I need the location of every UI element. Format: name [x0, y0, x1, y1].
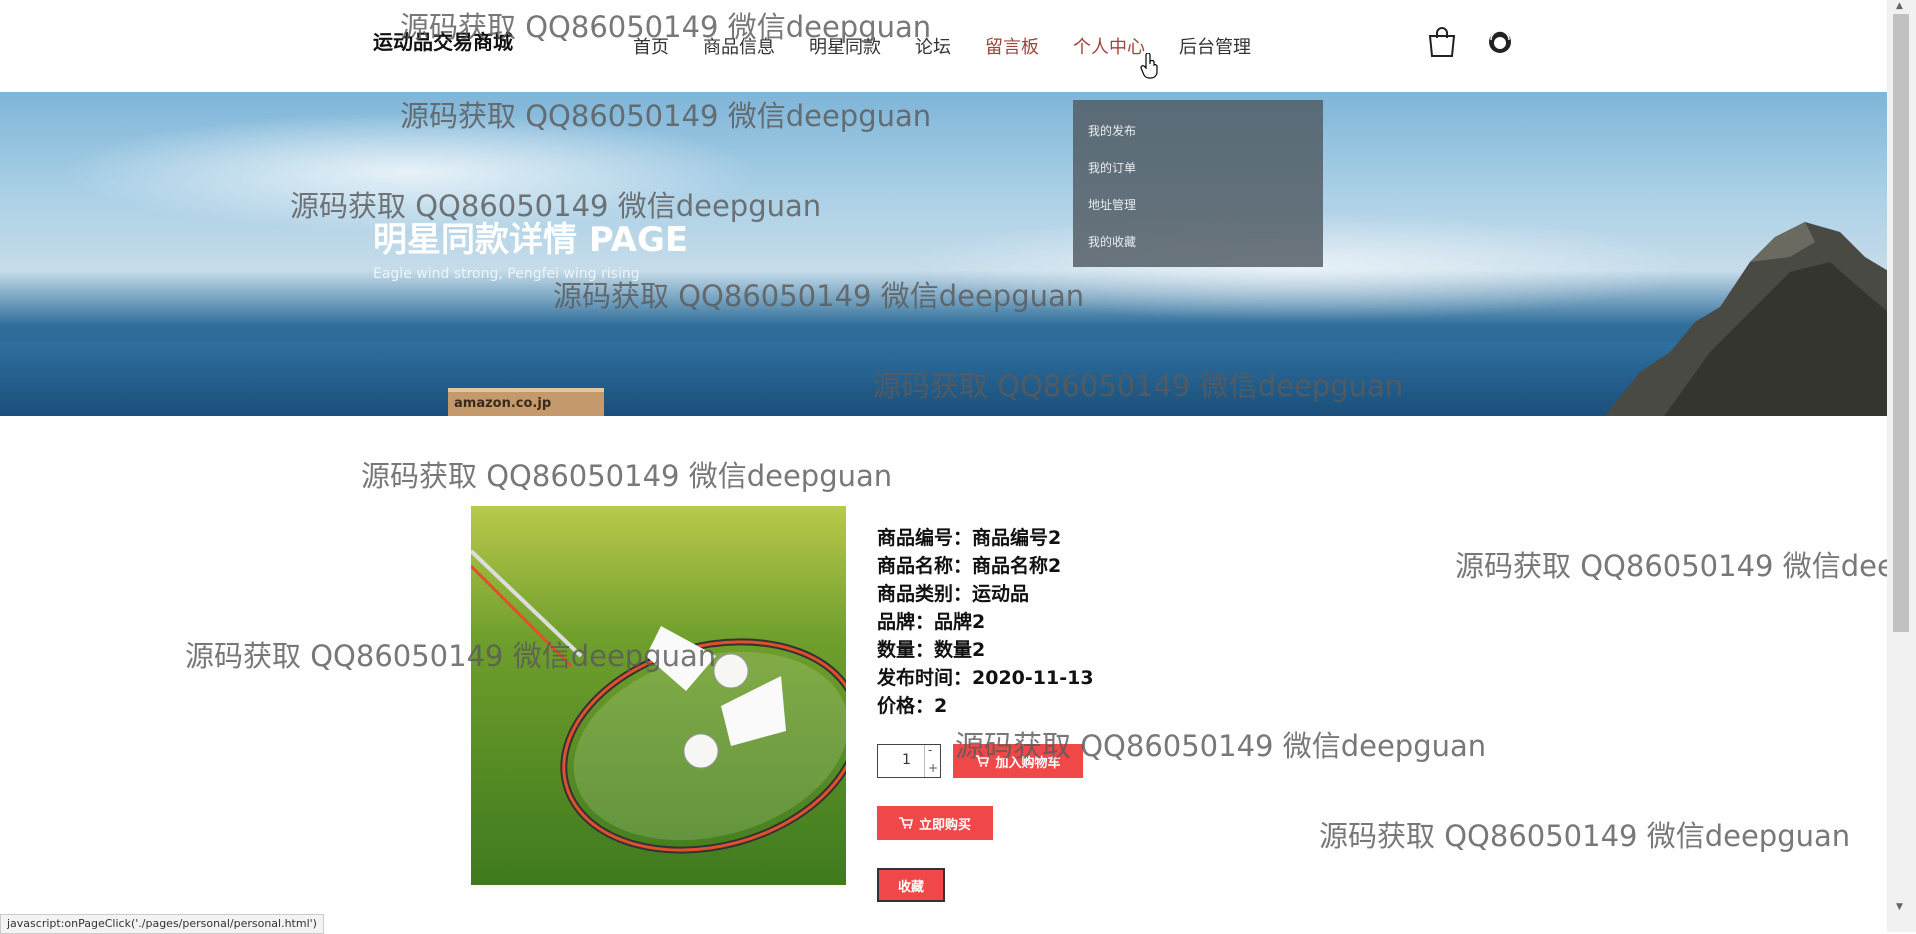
page-banner: amazon.co.jp 明星同款详情 PAGE Eagle wind stro… — [0, 92, 1887, 416]
nav-celebrity-same[interactable]: 明星同款 — [809, 33, 881, 59]
info-value: 2 — [934, 695, 948, 717]
banner-title: 明星同款详情 PAGE — [373, 220, 689, 260]
avatar-icon[interactable] — [1486, 28, 1514, 56]
buy-now-button[interactable]: 立即购买 — [877, 806, 993, 840]
info-label: 商品类别： — [877, 583, 973, 605]
watermark: 源码获取 QQ86050149 微信deepguan — [1319, 819, 1851, 853]
nav-products[interactable]: 商品信息 — [703, 33, 775, 59]
info-label: 商品名称： — [877, 555, 973, 577]
favorite-button[interactable]: 收藏 — [877, 868, 945, 902]
product-image — [471, 506, 846, 885]
add-to-cart-button[interactable]: 加入购物车 — [953, 744, 1083, 778]
info-label: 商品编号： — [877, 527, 973, 549]
quantity-increment-button[interactable]: + — [928, 761, 938, 775]
vertical-scrollbar[interactable]: ▲ ▼ — [1887, 0, 1916, 932]
site-brand[interactable]: 运动品交易商城 — [373, 26, 513, 55]
info-value: 2020-11-13 — [972, 667, 1094, 689]
quantity-stepper[interactable]: 1 - + — [877, 743, 941, 778]
scrollbar-thumb[interactable] — [1893, 14, 1909, 632]
info-row-quantity: 数量：数量2 — [877, 636, 1094, 664]
personal-center-dropdown: 我的发布 我的订单 地址管理 我的收藏 — [1073, 100, 1323, 267]
watermark: 源码获取 QQ86050149 微信deepguan — [1455, 549, 1887, 583]
buy-now-label: 立即购买 — [918, 817, 971, 833]
product-info: 商品编号：商品编号2 商品名称：商品名称2 商品类别：运动品 品牌：品牌2 数量… — [877, 524, 1094, 720]
banner-subtitle: Eagle wind strong, Pengfei wing rising — [373, 266, 640, 282]
menu-item-address[interactable]: 地址管理 — [1088, 196, 1136, 213]
main-nav: 首页 商品信息 明星同款 论坛 留言板 个人中心 后台管理 — [633, 33, 1285, 59]
menu-item-favorites[interactable]: 我的收藏 — [1088, 233, 1136, 250]
nav-personal-center[interactable]: 个人中心 — [1073, 33, 1145, 59]
nav-forum[interactable]: 论坛 — [915, 33, 951, 59]
info-value: 数量2 — [934, 639, 986, 661]
cart-icon — [975, 755, 990, 767]
hand-cursor-icon — [1140, 53, 1158, 79]
info-label: 发布时间： — [877, 667, 973, 689]
add-to-cart-label: 加入购物车 — [995, 755, 1061, 771]
stepper-divider — [924, 745, 925, 777]
info-label: 价格： — [877, 695, 935, 717]
info-value: 商品编号2 — [972, 527, 1062, 549]
top-header: 运动品交易商城 首页 商品信息 明星同款 论坛 留言板 个人中心 后台管理 — [0, 0, 1887, 92]
menu-item-my-posts[interactable]: 我的发布 — [1088, 122, 1136, 139]
nav-home[interactable]: 首页 — [633, 33, 669, 59]
quantity-decrement-button[interactable]: - — [928, 743, 932, 757]
cart-icon — [898, 817, 913, 829]
scroll-up-arrow-icon[interactable]: ▲ — [1896, 1, 1903, 11]
info-label: 品牌： — [877, 611, 935, 633]
info-value: 品牌2 — [934, 611, 986, 633]
info-row-publish-time: 发布时间：2020-11-13 — [877, 664, 1094, 692]
info-label: 数量： — [877, 639, 935, 661]
menu-item-my-orders[interactable]: 我的订单 — [1088, 159, 1136, 176]
scroll-down-arrow-icon[interactable]: ▼ — [1896, 902, 1903, 912]
info-row-price: 价格：2 — [877, 692, 1094, 720]
banner-rock-illustration — [1604, 222, 1887, 416]
quantity-value[interactable]: 1 — [902, 752, 911, 768]
nav-message-board[interactable]: 留言板 — [985, 33, 1039, 59]
info-row-brand: 品牌：品牌2 — [877, 608, 1094, 636]
info-row-category: 商品类别：运动品 — [877, 580, 1094, 608]
browser-status-bar: javascript:onPageClick('./pages/personal… — [0, 914, 324, 934]
package-box: amazon.co.jp — [448, 388, 604, 416]
info-value: 运动品 — [972, 583, 1030, 605]
shopping-bag-icon[interactable] — [1427, 26, 1457, 58]
nav-admin[interactable]: 后台管理 — [1179, 33, 1251, 59]
info-value: 商品名称2 — [972, 555, 1062, 577]
info-row-code: 商品编号：商品编号2 — [877, 524, 1094, 552]
package-box-label: amazon.co.jp — [454, 396, 552, 411]
info-row-name: 商品名称：商品名称2 — [877, 552, 1094, 580]
watermark: 源码获取 QQ86050149 微信deepguan — [361, 459, 893, 493]
